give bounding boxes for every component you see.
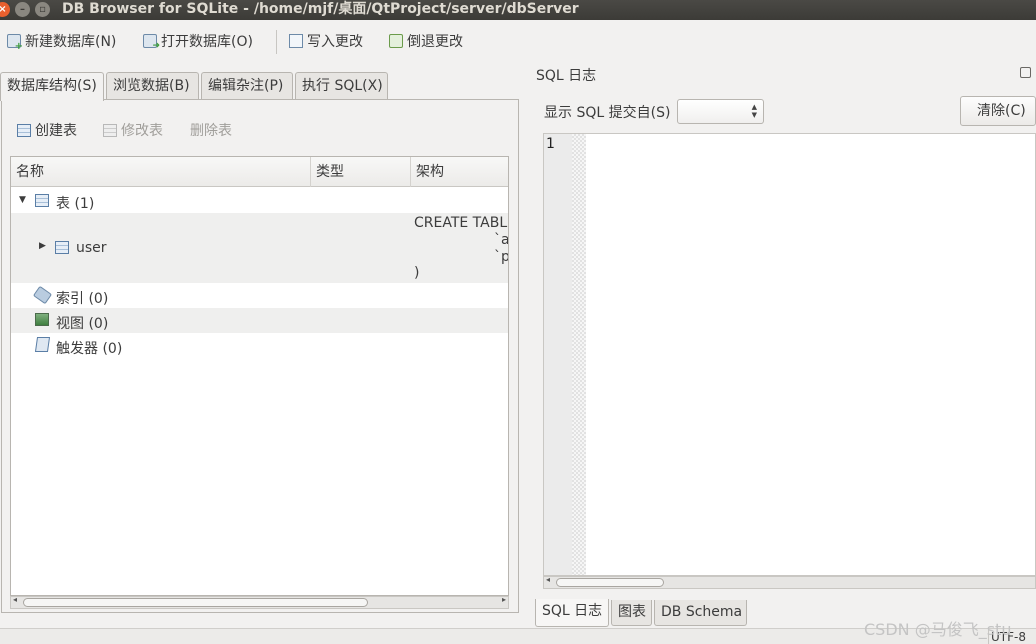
tab-browse-data[interactable]: 浏览数据(B) [106, 72, 199, 99]
sql-source-select[interactable]: ▲ ▼ [677, 99, 764, 124]
write-changes-label: 写入更改 [307, 34, 363, 50]
modify-table-label: 修改表 [121, 123, 163, 139]
open-db-icon [143, 34, 160, 51]
sql-log-horizontal-scrollbar[interactable]: ◂ [543, 575, 1036, 589]
scrollbar-thumb[interactable] [556, 578, 664, 587]
maximize-window-button[interactable]: ▫ [35, 2, 50, 17]
open-database-button[interactable]: 打开数据库(O) [143, 31, 253, 51]
indexes-label: 索引 (0) [56, 291, 109, 307]
tree-row-views[interactable]: 视图 (0) [11, 308, 508, 333]
schema-tree-horizontal-scrollbar[interactable]: ◂ ▸ [10, 595, 509, 609]
sql-log-editor[interactable]: 1 [543, 133, 1036, 576]
tree-row-user-table[interactable]: ▶ user CREATE TABLE `a `p ) [11, 213, 508, 283]
views-label: 视图 (0) [56, 316, 109, 332]
tab-plot[interactable]: 图表 [611, 600, 652, 626]
create-table-button[interactable]: 创建表 [17, 120, 77, 140]
column-header-schema[interactable]: 架构 [411, 157, 508, 187]
new-database-button[interactable]: 新建数据库(N) [7, 31, 117, 52]
user-schema-line: `a [494, 232, 509, 248]
table-icon [55, 241, 69, 254]
expand-arrow-icon[interactable]: ▼ [19, 195, 26, 205]
collapse-arrow-icon[interactable]: ▶ [39, 241, 46, 251]
scrollbar-thumb[interactable] [23, 598, 368, 607]
open-database-label: 打开数据库(O) [161, 34, 253, 50]
write-changes-icon [289, 34, 303, 48]
table-icon [35, 194, 49, 207]
minimize-window-button[interactable]: – [15, 2, 30, 17]
float-panel-icon[interactable] [1020, 67, 1031, 78]
scroll-left-icon[interactable]: ◂ [546, 575, 550, 584]
scroll-right-icon[interactable]: ▸ [502, 595, 506, 604]
tab-database-structure[interactable]: 数据库结构(S) [0, 72, 104, 101]
window-titlebar: × – ▫ DB Browser for SQLite - /home/mjf/… [0, 0, 1036, 20]
scroll-left-icon[interactable]: ◂ [13, 595, 17, 604]
modify-table-button[interactable]: 修改表 [103, 120, 163, 140]
new-database-label: 新建数据库(N) [25, 34, 117, 50]
tree-row-tables[interactable]: ▼ 表 (1) [11, 188, 508, 213]
user-schema-line: ) [414, 265, 420, 281]
tree-row-triggers[interactable]: 触发器 (0) [11, 333, 508, 358]
create-table-label: 创建表 [35, 123, 77, 139]
fold-margin [572, 134, 586, 575]
new-db-icon [7, 34, 23, 52]
revert-changes-label: 倒退更改 [407, 34, 463, 50]
window-title: DB Browser for SQLite - /home/mjf/桌面/QtP… [62, 1, 579, 17]
clear-log-button[interactable]: 清除(C) [960, 96, 1036, 126]
schema-tree-header: 名称 类型 架构 [11, 157, 508, 187]
tab-execute-sql[interactable]: 执行 SQL(X) [295, 72, 388, 99]
modify-table-icon [103, 123, 117, 137]
show-sql-from-label: 显示 SQL 提交自(S) [544, 105, 671, 121]
line-number-gutter: 1 [544, 134, 572, 575]
main-toolbar: 新建数据库(N) 打开数据库(O) 写入更改 倒退更改 [0, 22, 1036, 60]
schema-tree[interactable]: 名称 类型 架构 ▼ 表 (1) ▶ user CREATE TABLE `a … [10, 156, 509, 596]
column-header-type[interactable]: 类型 [311, 157, 411, 187]
tree-row-indexes[interactable]: 索引 (0) [11, 283, 508, 308]
tables-label: 表 (1) [56, 196, 95, 212]
trigger-icon [34, 337, 51, 352]
index-icon [32, 285, 53, 305]
database-structure-panel: 创建表 修改表 删除表 名称 类型 架构 ▼ 表 (1) ▶ user CREA… [1, 99, 519, 613]
tab-db-schema[interactable]: DB Schema [654, 600, 747, 626]
write-changes-button[interactable]: 写入更改 [289, 31, 363, 51]
view-icon [35, 313, 49, 326]
revert-changes-icon [389, 34, 403, 48]
tab-edit-pragmas[interactable]: 编辑杂注(P) [201, 72, 293, 99]
revert-changes-button[interactable]: 倒退更改 [389, 31, 463, 51]
column-header-name[interactable]: 名称 [11, 157, 311, 187]
line-number: 1 [546, 136, 555, 152]
delete-table-button[interactable]: 删除表 [190, 120, 232, 140]
tab-sql-log[interactable]: SQL 日志 [535, 599, 609, 627]
user-table-label: user [76, 240, 107, 256]
user-schema-line: CREATE TABLE [414, 215, 509, 231]
sql-log-title: SQL 日志 [536, 68, 597, 84]
create-table-icon [17, 123, 31, 137]
triggers-label: 触发器 (0) [56, 341, 123, 357]
close-window-button[interactable]: × [0, 2, 10, 17]
watermark: CSDN @马俊飞_stu [864, 620, 1012, 639]
user-schema-line: `p [494, 249, 509, 265]
select-spinner-icon: ▲ ▼ [751, 103, 757, 119]
delete-table-label: 删除表 [190, 123, 232, 139]
toolbar-separator [276, 30, 277, 54]
